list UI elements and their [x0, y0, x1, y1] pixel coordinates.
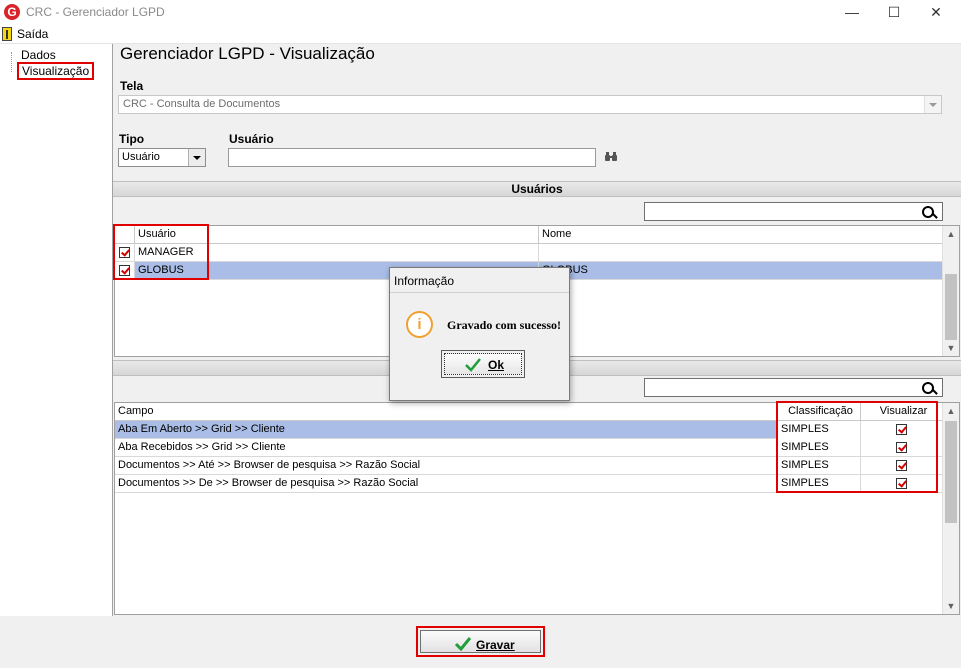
checkbox-checked-icon[interactable]	[896, 478, 907, 489]
fields-row-classificacao: SIMPLES	[778, 439, 861, 457]
checkmark-icon	[465, 358, 481, 372]
chevron-down-icon	[193, 156, 201, 160]
binoculars-icon[interactable]	[605, 152, 617, 165]
fields-row-campo: Documentos >> Até >> Browser de pesquisa…	[115, 457, 778, 475]
tree-item-dados[interactable]: Dados	[21, 48, 56, 62]
fields-col-campo[interactable]: Campo	[115, 403, 778, 421]
tipo-select-value: Usuário	[122, 151, 160, 163]
users-col-nome[interactable]: Nome	[539, 226, 944, 244]
navigation-tree: Dados Visualização	[0, 44, 113, 616]
app-logo-icon: G	[4, 4, 20, 20]
fields-row[interactable]: Documentos >> Até >> Browser de pesquisa…	[115, 457, 944, 475]
dialog-message: Gravado com sucesso!	[447, 318, 561, 332]
menu-bar: Saída	[0, 25, 961, 44]
scroll-down-icon[interactable]: ▼	[943, 598, 959, 614]
tipo-dropdown-button[interactable]	[188, 149, 205, 166]
tela-label: Tela	[120, 79, 144, 93]
tree-item-visualizacao[interactable]: Visualização	[17, 62, 95, 80]
info-icon: i	[406, 311, 433, 338]
scroll-thumb[interactable]	[945, 421, 957, 523]
users-search-input[interactable]	[644, 202, 943, 221]
binoculars-glyph	[605, 152, 617, 161]
fields-grid: Campo Classificação Visualizar Aba Em Ab…	[114, 402, 960, 615]
tela-dropdown-button[interactable]	[924, 96, 941, 113]
gravar-button-label: Gravar	[476, 638, 515, 652]
fields-row-visualizar-cell[interactable]	[861, 421, 944, 439]
fields-row-campo: Aba Em Aberto >> Grid >> Cliente	[115, 421, 778, 439]
checkbox-checked-icon[interactable]	[896, 424, 907, 435]
users-row-check-cell[interactable]	[115, 262, 135, 280]
gravar-button-face: Gravar	[420, 630, 541, 653]
users-row-nome: GLOBUS	[539, 262, 944, 280]
fields-row[interactable]: Documentos >> De >> Browser de pesquisa …	[115, 475, 944, 493]
fields-row-visualizar-cell[interactable]	[861, 439, 944, 457]
close-button[interactable]: ✕	[915, 0, 957, 25]
tipo-label: Tipo	[119, 132, 145, 146]
fields-row-classificacao: SIMPLES	[778, 457, 861, 475]
window-title: CRC - Gerenciador LGPD	[26, 5, 165, 19]
checkbox-checked-icon[interactable]	[119, 247, 130, 258]
fields-row[interactable]: Aba Em Aberto >> Grid >> Cliente SIMPLES	[115, 421, 944, 439]
menu-saida[interactable]: Saída	[17, 27, 48, 41]
gravar-button[interactable]: Gravar	[416, 626, 545, 657]
fields-row-classificacao: SIMPLES	[778, 475, 861, 493]
checkbox-checked-icon[interactable]	[119, 265, 130, 276]
ok-button-face: Ok	[444, 353, 522, 375]
users-col-usuario[interactable]: Usuário	[135, 226, 539, 244]
scroll-down-icon[interactable]: ▼	[943, 340, 959, 356]
page-title: Gerenciador LGPD - Visualização	[120, 44, 375, 63]
info-dialog: Informação i Gravado com sucesso! Ok	[389, 267, 570, 401]
fields-row-classificacao: SIMPLES	[778, 421, 861, 439]
checkbox-checked-icon[interactable]	[896, 442, 907, 453]
usuario-input[interactable]	[228, 148, 596, 167]
dialog-title-bar: Informação	[390, 268, 569, 293]
usuario-label: Usuário	[229, 132, 274, 146]
fields-row-campo: Documentos >> De >> Browser de pesquisa …	[115, 475, 778, 493]
tela-select-value: CRC - Consulta de Documentos	[123, 98, 281, 110]
users-section-header: Usuários	[113, 181, 961, 197]
tree-connector	[11, 52, 12, 72]
fields-col-visualizar[interactable]: Visualizar	[861, 403, 944, 421]
fields-row[interactable]: Aba Recebidos >> Grid >> Cliente SIMPLES	[115, 439, 944, 457]
fields-col-classificacao[interactable]: Classificação	[778, 403, 861, 421]
users-row[interactable]: MANAGER	[115, 244, 944, 262]
maximize-button[interactable]: ☐	[873, 0, 915, 25]
scroll-up-icon[interactable]: ▲	[943, 403, 959, 419]
title-bar: G CRC - Gerenciador LGPD — ☐ ✕	[0, 0, 961, 25]
users-row-usuario: MANAGER	[135, 244, 539, 262]
fields-search-input[interactable]	[644, 378, 943, 397]
tipo-select[interactable]: Usuário	[118, 148, 206, 167]
scroll-thumb[interactable]	[945, 274, 957, 340]
users-check-header	[115, 226, 135, 244]
ok-button-label: Ok	[488, 358, 505, 372]
exit-door-icon[interactable]	[2, 27, 12, 41]
tela-select[interactable]: CRC - Consulta de Documentos	[118, 95, 942, 114]
users-row-check-cell[interactable]	[115, 244, 135, 262]
minimize-button[interactable]: —	[831, 0, 873, 25]
dialog-title: Informação	[394, 274, 455, 288]
checkbox-checked-icon[interactable]	[896, 460, 907, 471]
scroll-up-icon[interactable]: ▲	[943, 226, 959, 242]
ok-button[interactable]: Ok	[441, 350, 525, 378]
users-row-nome	[539, 244, 944, 262]
users-scrollbar[interactable]: ▲ ▼	[942, 226, 959, 356]
fields-row-visualizar-cell[interactable]	[861, 475, 944, 493]
checkmark-icon	[455, 637, 471, 652]
fields-row-campo: Aba Recebidos >> Grid >> Cliente	[115, 439, 778, 457]
fields-scrollbar[interactable]: ▲ ▼	[942, 403, 959, 614]
chevron-down-icon	[929, 103, 937, 107]
fields-row-visualizar-cell[interactable]	[861, 457, 944, 475]
